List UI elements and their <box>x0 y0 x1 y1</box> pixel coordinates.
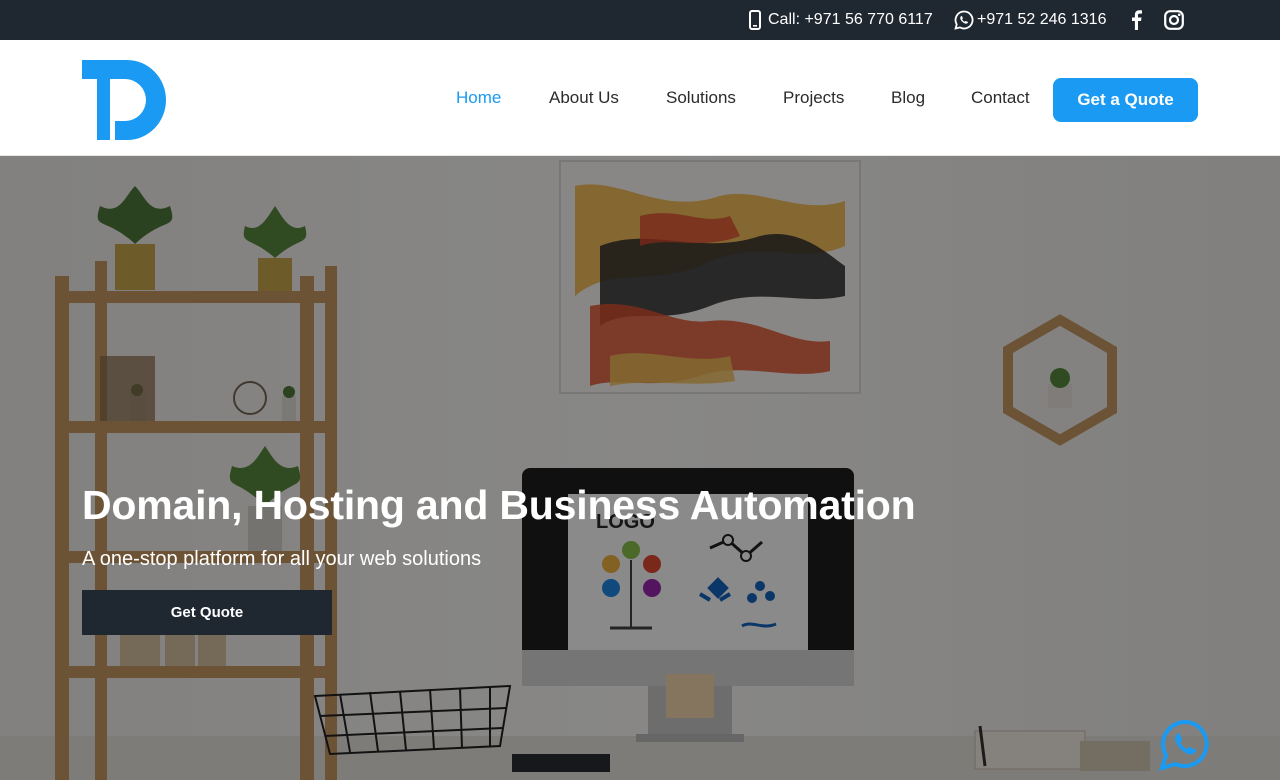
nav-home[interactable]: Home <box>456 88 501 108</box>
nav-projects[interactable]: Projects <box>783 88 844 108</box>
hero-banner: LOGO Domain, Hosting and Business Automa… <box>0 156 1280 780</box>
whatsapp-text: +971 52 246 1316 <box>977 11 1107 28</box>
td-logo[interactable] <box>82 60 166 140</box>
whatsapp-icon[interactable] <box>1158 718 1212 772</box>
mobile-phone-icon <box>749 10 761 30</box>
call-text: Call: +971 56 770 6117 <box>768 11 933 28</box>
top-contact-bar: Call: +971 56 770 6117 +971 52 246 1316 <box>0 0 1280 40</box>
hero-title: Domain, Hosting and Business Automation <box>82 482 916 528</box>
facebook-icon[interactable] <box>1131 0 1142 40</box>
whatsapp-link[interactable]: +971 52 246 1316 <box>954 0 1106 40</box>
call-link[interactable]: Call: +971 56 770 6117 <box>749 0 933 40</box>
instagram-icon[interactable] <box>1164 0 1184 40</box>
hero-subtitle: A one-stop platform for all your web sol… <box>82 548 482 570</box>
get-quote-button[interactable]: Get Quote <box>82 590 332 635</box>
nav-solutions[interactable]: Solutions <box>666 88 736 108</box>
nav-blog[interactable]: Blog <box>891 88 925 108</box>
whatsapp-icon <box>954 10 974 30</box>
nav-contact[interactable]: Contact <box>971 88 1030 108</box>
site-header: Home About Us Solutions Projects Blog Co… <box>0 40 1280 156</box>
get-a-quote-button[interactable]: Get a Quote <box>1053 78 1198 122</box>
hero-background-image: LOGO <box>0 156 1280 780</box>
nav-about-us[interactable]: About Us <box>549 88 619 108</box>
